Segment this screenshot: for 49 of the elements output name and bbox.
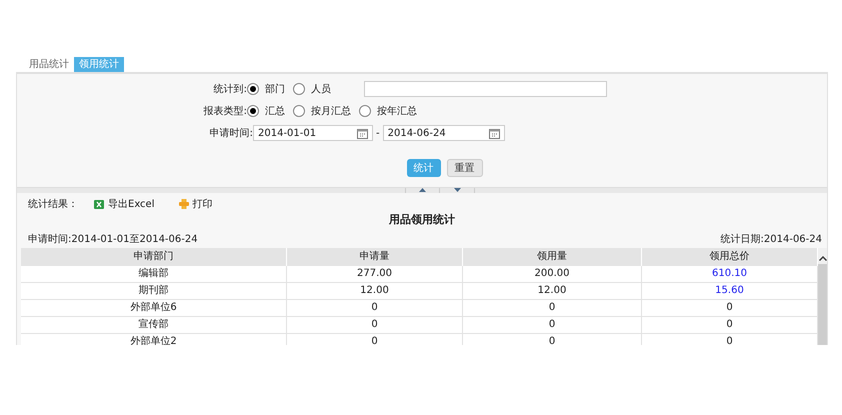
date-value: 2014-01-01	[258, 126, 316, 140]
radio-label: 按月汇总	[311, 104, 351, 118]
calendar-icon[interactable]	[357, 128, 368, 138]
scrollbar[interactable]	[818, 248, 827, 345]
table-cell: 外部单位6	[21, 300, 287, 316]
radio-button[interactable]	[247, 83, 259, 95]
radio-label: 按年汇总	[377, 104, 417, 118]
date-field[interactable]: 2014-01-01	[253, 125, 373, 141]
table-cell: 0	[287, 300, 463, 316]
print-button[interactable]: 打印	[178, 196, 212, 212]
table-cell: 宣传部	[21, 316, 287, 332]
table-cell: 0	[287, 334, 463, 345]
radio-button[interactable]	[247, 105, 259, 117]
field-label: 申请时间:	[208, 126, 253, 140]
table-cell: 外部单位2	[21, 334, 287, 345]
radio-button[interactable]	[293, 105, 305, 117]
name-field[interactable]	[364, 81, 607, 97]
table-cell: 277.00	[287, 266, 463, 282]
tab[interactable]: 用品统计	[24, 57, 74, 72]
table-cell: 200.00	[463, 266, 642, 282]
radio-label: 部门	[265, 82, 285, 96]
reset-button[interactable]: 重置	[446, 159, 482, 177]
report-date: 统计日期:2014-06-24	[720, 232, 822, 244]
report-title: 用品领用统计	[388, 212, 456, 228]
results-label: 统计结果：	[28, 198, 78, 212]
table-cell: 编辑部	[21, 266, 287, 282]
table-cell: 0	[287, 316, 463, 332]
date-separator: -	[376, 126, 380, 140]
calendar-icon[interactable]	[488, 128, 500, 138]
up-arrow-icon	[419, 188, 426, 192]
field-label: 统计到:	[212, 82, 247, 96]
report-period: 申请时间:2014-01-01至2014-06-24	[28, 232, 198, 244]
table-cell: 0	[463, 300, 642, 316]
table-cell: 0	[463, 334, 642, 345]
date-value: 2014-06-24	[388, 126, 446, 140]
table-cell: 0	[463, 316, 642, 332]
table-cell: 期刊部	[21, 282, 287, 298]
radio-label: 人员	[311, 82, 331, 96]
field-label: 报表类型:	[202, 104, 247, 118]
date-field[interactable]: 2014-06-24	[382, 125, 505, 141]
radio-label: 汇总	[265, 104, 285, 118]
collapse-button[interactable]	[405, 188, 440, 193]
spreadsheet-icon	[94, 200, 104, 208]
export-button[interactable]: 导出Excel	[94, 196, 154, 212]
radio-button[interactable]	[293, 83, 305, 95]
down-arrow-icon	[454, 188, 460, 192]
radio-button[interactable]	[359, 105, 371, 117]
table-cell: 12.00	[287, 282, 463, 298]
table-cell: 12.00	[463, 282, 642, 298]
